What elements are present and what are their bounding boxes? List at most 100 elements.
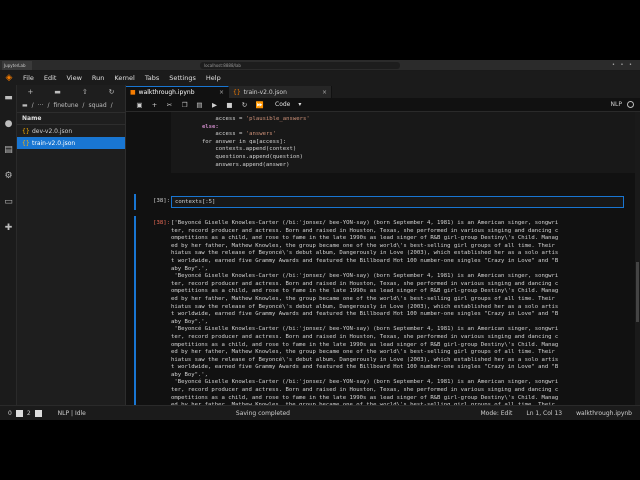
terminal-icon [15,409,23,417]
close-icon[interactable]: × [219,89,224,96]
save-status: Saving completed [235,409,290,417]
code-line: else: [175,123,219,130]
cell-code[interactable]: contexts[:5] [175,199,215,205]
close-icon[interactable]: × [322,89,327,96]
code-line: contexts.append(context) [175,146,297,153]
menu-help[interactable]: Help [201,74,226,82]
breadcrumb-sep: / [31,102,34,109]
copy-icon[interactable]: ❐ [177,101,192,109]
code-line: questions.append(question) [175,153,303,160]
stop-icon[interactable]: ■ [222,101,237,109]
file-row[interactable]: {} train-v2.0.json [17,137,125,149]
menu-run[interactable]: Run [87,74,109,82]
output-line: ter, record producer and actress. Born a… [171,227,559,234]
breadcrumb-sep: / [82,102,85,109]
paste-icon[interactable]: ▤ [192,101,207,109]
menu-edit[interactable]: Edit [39,74,62,82]
commands-icon[interactable]: ▤ [0,137,17,163]
status-bar: 0 2 NLP | Idle Saving completed Mode: Ed… [0,405,640,420]
name-column-header[interactable]: Name [17,112,125,125]
output-line: ompetitions as a child, and rose to fame… [171,288,559,295]
breadcrumb-sep: / [110,102,113,109]
document-tabbar: ■ walkthrough.ipynb × {} train-v2.0.json… [126,85,640,98]
terminals-count[interactable]: 0 [8,410,12,417]
add-cell-icon[interactable]: + [147,101,162,109]
tab-label: walkthrough.ipynb [138,89,195,96]
cursor-position[interactable]: Ln 1, Col 13 [526,410,562,417]
output-line: t worldwide, earned five Grammy Awards a… [171,257,559,264]
save-icon[interactable]: ▣ [132,101,147,109]
file-name: dev-v2.0.json [32,127,73,135]
output-line: ed by her father, Mathew Knowles, the gr… [171,295,555,302]
kernels-count[interactable]: 2 [27,410,31,417]
file-browser-toolbar: + ▬ ⇧ ↻ [17,85,125,99]
notebook-scrollbar[interactable] [635,112,640,405]
input-prompt: [38]: [153,198,170,204]
menu-kernel[interactable]: Kernel [109,74,139,82]
code-line: access = 'plausible_answers' [175,116,310,122]
tab-walkthrough[interactable]: ■ walkthrough.ipynb × [126,86,229,98]
property-inspector-icon[interactable]: ⚙ [0,163,17,189]
menu-settings[interactable]: Settings [164,74,201,82]
kernel-name[interactable]: NLP [611,101,622,108]
output-line: ompetitions as a child, and rose to fame… [171,341,559,348]
browser-topbar: JupyterLab localhost:8888/lab • • • [0,60,640,71]
menubar: ◈ File Edit View Run Kernel Tabs Setting… [0,71,640,85]
output-line: ter, record producer and actress. Born a… [171,280,559,287]
tabs-icon[interactable]: ▭ [0,189,17,215]
json-file-icon: {} [22,127,30,135]
new-launcher-icon[interactable]: + [27,88,33,96]
editor-mode[interactable]: Mode: Edit [480,410,512,417]
file-row[interactable]: {} dev-v2.0.json [17,125,125,137]
tab-train-json[interactable]: {} train-v2.0.json × [229,86,332,98]
output-line: hiatus saw the release of Beyoncé\'s deb… [171,303,559,310]
scroll-thumb[interactable] [636,262,639,322]
active-cell-marker[interactable] [134,194,136,210]
menu-view[interactable]: View [61,74,86,82]
breadcrumb-finetune[interactable]: finetune [53,102,78,109]
current-file: walkthrough.ipynb [576,409,632,417]
active-code-cell[interactable]: contexts[:5] [171,196,624,208]
kernel-state[interactable]: NLP | Idle [58,410,86,417]
output-line: 'Beyoncé Giselle Knowles-Carter (/biːˈjɒ… [171,273,559,280]
new-folder-icon[interactable]: ▬ [54,88,61,96]
kernel-icon [34,409,42,417]
chevron-down-icon[interactable]: ▾ [298,101,301,108]
output-line: ['Beyoncé Giselle Knowles-Carter (/biːˈj… [171,220,559,226]
breadcrumb-sep: / [47,102,50,109]
file-name: train-v2.0.json [32,139,76,147]
refresh-icon[interactable]: ↻ [109,88,115,96]
kernel-status-icon [627,101,634,108]
file-browser: + ▬ ⇧ ↻ ▬ / ··· / finetune / squad / Nam… [17,85,126,405]
menu-file[interactable]: File [18,74,39,82]
upload-icon[interactable]: ⇧ [82,88,88,96]
restart-icon[interactable]: ↻ [237,101,252,109]
fast-forward-icon[interactable]: ⏩ [252,101,267,109]
extension-icon[interactable]: ✚ [0,215,17,241]
code-cell-previous[interactable]: access = 'plausible_answers' else: acces… [171,112,636,174]
cell-type-select[interactable]: Code [275,101,290,108]
folder-icon[interactable]: ▬ [0,85,17,111]
output-line: ompetitions as a child, and rose to fame… [171,235,559,242]
breadcrumb-ellipsis[interactable]: ··· [38,102,44,109]
menu-tabs[interactable]: Tabs [140,74,164,82]
browser-menu-icon[interactable]: • • • [612,62,634,68]
output-line: 'Beyoncé Giselle Knowles-Carter (/biːˈjɒ… [171,326,559,333]
output-prompt: [38]: [153,220,170,226]
breadcrumb-squad[interactable]: squad [88,102,106,109]
output-collapse-bar[interactable] [134,216,136,405]
browser-tab[interactable]: JupyterLab [2,61,32,70]
json-file-icon: {} [22,139,30,147]
output-line: ed by her father, Mathew Knowles, the gr… [171,349,555,356]
json-file-icon: {} [233,88,241,96]
output-line: ter, record producer and actress. Born a… [171,333,559,340]
running-icon[interactable]: ● [0,111,17,137]
output-line: ompetitions as a child, and rose to fame… [171,394,559,401]
code-line: answers.append(answer) [175,161,290,168]
output-line: hiatus saw the release of Beyoncé\'s deb… [171,356,559,363]
kernel-info: NLP [611,101,634,108]
cut-icon[interactable]: ✂ [162,101,177,109]
address-bar[interactable]: localhost:8888/lab [200,62,400,69]
home-folder-icon[interactable]: ▬ [22,102,28,109]
run-icon[interactable]: ▶ [207,101,222,109]
